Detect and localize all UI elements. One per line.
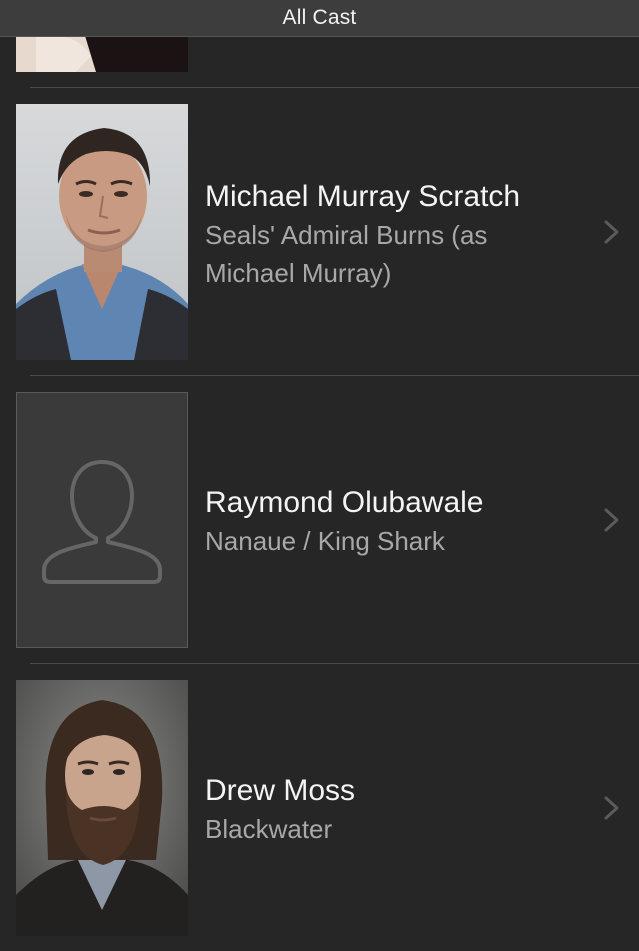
cast-info: Michael Murray Scratch Seals' Admiral Bu… bbox=[205, 178, 585, 292]
cast-name: Drew Moss bbox=[205, 774, 356, 807]
cast-row-michael-murray-scratch[interactable]: Michael Murray Scratch Seals' Admiral Bu… bbox=[0, 88, 639, 375]
cast-info: Drew Moss Blackwater bbox=[205, 772, 585, 848]
cast-role: Blackwater bbox=[205, 814, 333, 844]
cast-name: Raymond Olubawale bbox=[205, 486, 484, 519]
chevron-right-icon bbox=[604, 796, 619, 820]
cast-screen: All Cast Michael Murray Scratch Seals' A… bbox=[0, 0, 639, 951]
navbar-title: All Cast bbox=[282, 6, 357, 29]
cast-role: Seals' Admiral Burns (as Michael Murray) bbox=[205, 220, 488, 288]
chevron-right-icon bbox=[604, 508, 619, 532]
cast-row-raymond-olubawale[interactable]: Raymond Olubawale Nanaue / King Shark bbox=[0, 376, 639, 663]
cast-name: Michael Murray Scratch bbox=[205, 180, 521, 213]
cast-info: Raymond Olubawale Nanaue / King Shark bbox=[205, 484, 585, 560]
cast-row-drew-moss[interactable]: Drew Moss Blackwater bbox=[0, 664, 639, 951]
cast-photo bbox=[16, 104, 188, 360]
placeholder-person-icon bbox=[16, 392, 188, 648]
navigation-bar: All Cast bbox=[0, 0, 639, 37]
chevron-right-icon bbox=[604, 220, 619, 244]
cast-photo bbox=[16, 680, 188, 936]
cast-role: Nanaue / King Shark bbox=[205, 526, 445, 556]
